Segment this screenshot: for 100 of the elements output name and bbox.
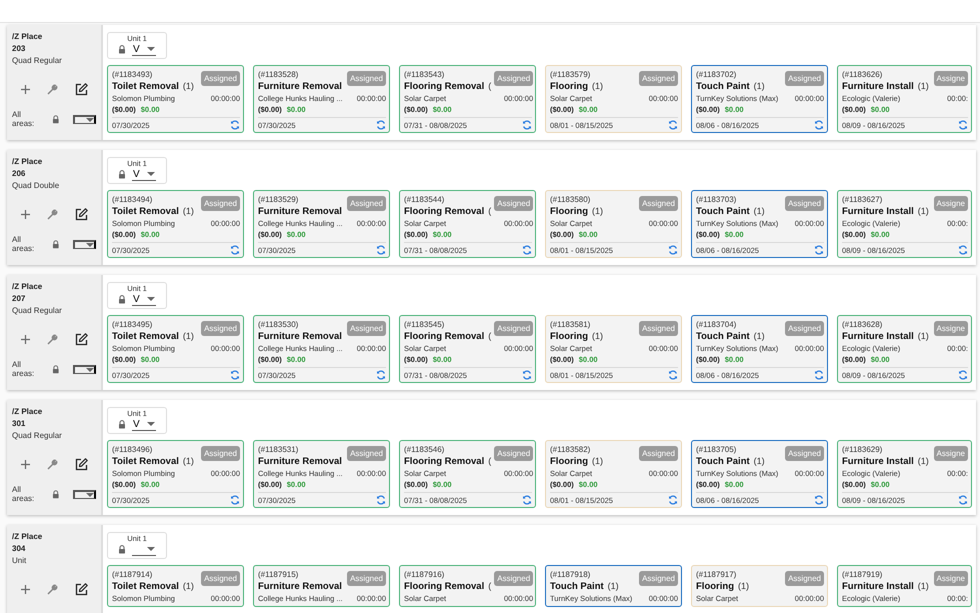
edit-button[interactable] — [74, 458, 88, 471]
job-count: (1) — [918, 330, 929, 343]
add-button[interactable] — [20, 585, 30, 594]
job-count: ( — [488, 205, 492, 218]
job-number: (#1183494) — [112, 194, 152, 205]
unit-dropdown[interactable]: V — [132, 293, 156, 306]
add-button[interactable] — [20, 210, 30, 219]
sync-icon[interactable] — [814, 120, 824, 130]
job-number: (#1183545) — [404, 319, 444, 330]
sync-icon[interactable] — [376, 245, 386, 255]
job-number: (#1187916) — [404, 569, 444, 580]
job-title: Touch Paint — [696, 330, 750, 343]
sync-icon[interactable] — [958, 245, 968, 255]
place-name: /Z Place — [12, 531, 44, 543]
job-count: (1) — [182, 80, 194, 93]
job-title: Flooring — [550, 80, 588, 93]
edit-button[interactable] — [74, 333, 88, 346]
caret-icon — [147, 547, 155, 551]
sync-icon[interactable] — [958, 120, 968, 130]
sync-icon[interactable] — [668, 120, 678, 130]
place-name: /Z Place — [12, 281, 44, 293]
sync-icon[interactable] — [230, 370, 240, 380]
wrench-button[interactable] — [46, 459, 58, 470]
lock-icon — [52, 114, 60, 124]
sync-icon[interactable] — [376, 120, 386, 130]
sync-icon[interactable] — [522, 245, 532, 255]
job-count: ( — [488, 580, 492, 593]
edit-button[interactable] — [74, 208, 88, 221]
job-title: Toilet Removal — [112, 455, 179, 468]
sync-icon[interactable] — [814, 245, 824, 255]
job-count: (1) — [592, 455, 603, 468]
wrench-button[interactable] — [46, 334, 58, 345]
room-type: Unit — [12, 555, 28, 567]
job-title: Flooring Removal — [404, 455, 484, 468]
job-title: Flooring Removal — [404, 205, 484, 218]
job-title: Flooring Removal — [404, 330, 484, 343]
sync-icon[interactable] — [230, 245, 240, 255]
unit-dropdown[interactable]: V — [132, 43, 156, 56]
sync-icon[interactable] — [814, 495, 824, 505]
caret-icon — [147, 422, 155, 426]
add-button[interactable] — [20, 85, 30, 94]
job-title: Furniture Removal — [258, 330, 342, 343]
caret-icon — [86, 368, 94, 372]
sync-icon[interactable] — [668, 245, 678, 255]
unit-dropdown[interactable]: V — [132, 418, 156, 431]
job-title: Furniture Install — [842, 330, 914, 343]
room-type: Quad Regular — [12, 430, 63, 442]
area-dropdown[interactable] — [73, 490, 96, 498]
sync-icon[interactable] — [958, 370, 968, 380]
wrench-button[interactable] — [46, 209, 58, 220]
sync-icon[interactable] — [522, 120, 532, 130]
lock-icon — [118, 420, 126, 429]
job-count: (1) — [592, 330, 603, 343]
sync-icon[interactable] — [230, 495, 240, 505]
sync-icon[interactable] — [376, 370, 386, 380]
sync-icon[interactable] — [522, 370, 532, 380]
job-number: (#1183493) — [112, 69, 152, 80]
add-button[interactable] — [20, 460, 30, 469]
lock-icon — [52, 490, 60, 498]
job-title: Toilet Removal — [112, 80, 179, 93]
edit-button[interactable] — [74, 83, 88, 96]
sync-icon[interactable] — [522, 495, 532, 505]
job-count: (1) — [918, 205, 929, 218]
job-number: (#1187919) — [842, 569, 882, 580]
job-number: (#1187917) — [696, 569, 736, 580]
job-number: (#1183544) — [404, 194, 444, 205]
job-title: Toilet Removal — [112, 205, 179, 218]
job-count: (1) — [608, 580, 619, 593]
caret-icon — [86, 492, 94, 496]
job-number: (#1187915) — [258, 569, 298, 580]
job-count: (1) — [592, 80, 603, 93]
job-title: Furniture Install — [842, 205, 914, 218]
wrench-button[interactable] — [46, 84, 58, 95]
job-number: (#1183703) — [696, 194, 736, 205]
wrench-button[interactable] — [46, 584, 58, 595]
room-number: 304 — [12, 543, 26, 555]
sync-icon[interactable] — [958, 495, 968, 505]
all-areas-label: All areas: — [12, 235, 36, 253]
job-count: (1) — [738, 580, 749, 593]
area-dropdown[interactable] — [73, 240, 96, 248]
sync-icon[interactable] — [376, 495, 386, 505]
add-button[interactable] — [20, 335, 30, 344]
job-number: (#1183626) — [842, 69, 882, 80]
job-count: ( — [488, 80, 492, 93]
job-count: (1) — [182, 455, 194, 468]
job-number: (#1183628) — [842, 319, 882, 330]
lock-icon — [118, 295, 126, 304]
lock-icon — [118, 170, 126, 179]
sync-icon[interactable] — [230, 120, 240, 130]
caret-icon — [86, 242, 94, 246]
job-count: ( — [488, 455, 492, 468]
edit-button[interactable] — [74, 583, 88, 596]
area-dropdown[interactable] — [73, 364, 96, 374]
sync-icon[interactable] — [814, 370, 824, 380]
room-number: 301 — [12, 418, 26, 430]
unit-dropdown[interactable]: V — [132, 168, 156, 181]
sync-icon[interactable] — [668, 370, 678, 380]
area-dropdown[interactable] — [73, 114, 96, 124]
sync-icon[interactable] — [668, 495, 678, 505]
all-areas-label: All areas: — [12, 110, 36, 128]
